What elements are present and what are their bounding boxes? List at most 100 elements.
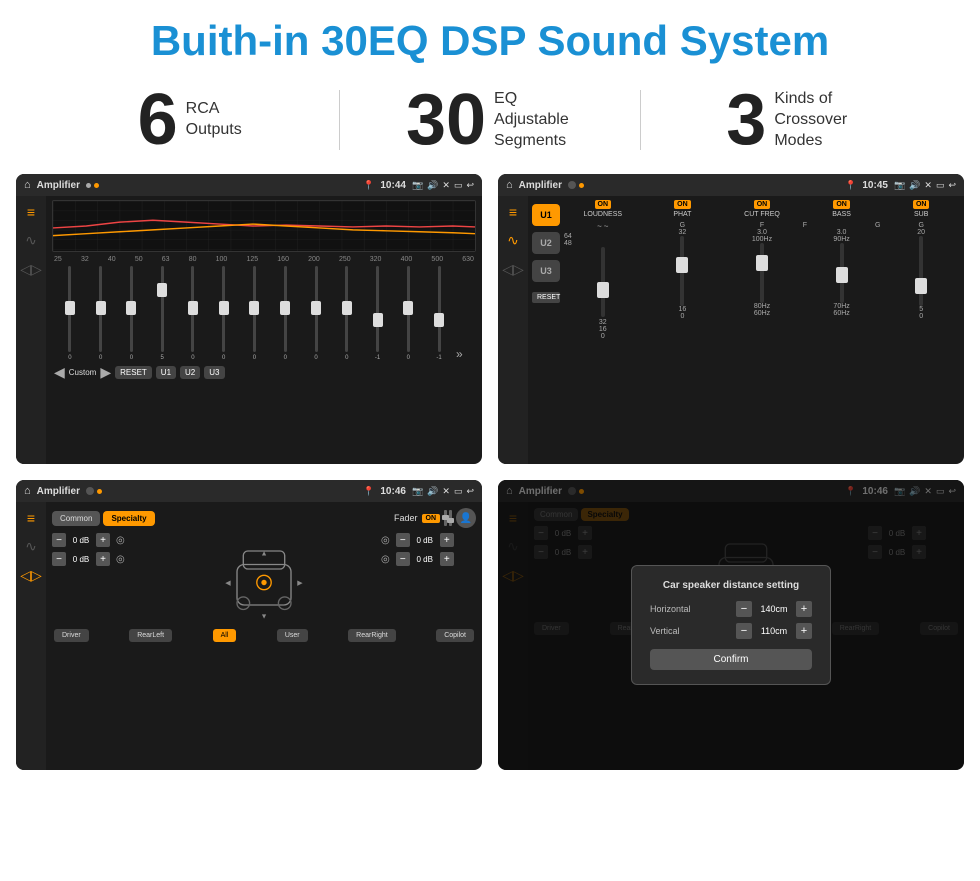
crossover-main: U1 U2 U3 RESET ON LOUDNESS ~~ bbox=[528, 196, 964, 464]
bottom-btn-row: Driver RearLeft All User RearRight Copil… bbox=[52, 629, 476, 642]
dot1 bbox=[86, 183, 91, 188]
slider-9[interactable]: 0 bbox=[302, 266, 330, 361]
eq-layout: ≡ ∿ ◁▷ bbox=[16, 196, 482, 464]
eq-graph bbox=[52, 200, 476, 252]
slider-8[interactable]: 0 bbox=[271, 266, 299, 361]
vol-minus-3[interactable]: − bbox=[396, 533, 410, 547]
slider-6[interactable]: 0 bbox=[210, 266, 238, 361]
slider-7[interactable]: 0 bbox=[241, 266, 269, 361]
eq-sliders: 0 0 0 5 bbox=[52, 266, 476, 361]
on-badge-cutfreq: ON bbox=[754, 200, 771, 209]
dot-orange-3 bbox=[97, 489, 102, 494]
vol-minus-4[interactable]: − bbox=[396, 552, 410, 566]
u3-btn[interactable]: U3 bbox=[532, 260, 560, 282]
horizontal-value: 140cm bbox=[756, 604, 792, 614]
speaker-icon-l1: ◎ bbox=[116, 535, 125, 546]
home-icon-3[interactable]: ⌂ bbox=[24, 485, 31, 497]
cc-sub: ON SUB G 20 5 0 bbox=[882, 200, 960, 460]
speaker-icon[interactable]: ◁▷ bbox=[20, 261, 42, 278]
expand-icon[interactable]: » bbox=[456, 347, 472, 361]
eq-icon-2[interactable]: ≡ bbox=[509, 204, 517, 220]
reset-btn-crossover[interactable]: RESET bbox=[532, 292, 560, 303]
on-badge-bass: ON bbox=[833, 200, 850, 209]
driver-btn[interactable]: Driver bbox=[54, 629, 89, 642]
time-crossover: 10:45 bbox=[862, 180, 888, 191]
tab-specialty[interactable]: Specialty bbox=[103, 511, 154, 526]
home-icon-2[interactable]: ⌂ bbox=[506, 179, 513, 191]
eq-bottom-controls: ◀ Custom ▶ RESET U1 U2 U3 bbox=[52, 361, 476, 381]
all-btn[interactable]: All bbox=[213, 629, 237, 642]
slider-3[interactable]: 0 bbox=[118, 266, 146, 361]
slider-12[interactable]: 0 bbox=[394, 266, 422, 361]
u1-button[interactable]: U1 bbox=[156, 366, 176, 379]
rearleft-btn[interactable]: RearLeft bbox=[129, 629, 172, 642]
confirm-button[interactable]: Confirm bbox=[650, 649, 812, 670]
vol-plus-4[interactable]: + bbox=[440, 552, 454, 566]
topbar-title-crossover: Amplifier bbox=[519, 180, 562, 191]
topbar-icons-2: 📷 🔊 ✕ ▭ ↩ bbox=[894, 180, 956, 191]
vol-minus-1[interactable]: − bbox=[52, 533, 66, 547]
eq-icon-3[interactable]: ≡ bbox=[27, 510, 35, 526]
vertical-plus-btn[interactable]: + bbox=[796, 623, 812, 639]
time-eq: 10:44 bbox=[380, 180, 406, 191]
vertical-controls: − 110cm + bbox=[736, 623, 812, 639]
horizontal-minus-btn[interactable]: − bbox=[736, 601, 752, 617]
u2-button[interactable]: U2 bbox=[180, 366, 200, 379]
vol-plus-1[interactable]: + bbox=[96, 533, 110, 547]
horizontal-plus-btn[interactable]: + bbox=[796, 601, 812, 617]
tab-common[interactable]: Common bbox=[52, 511, 100, 526]
slider-2[interactable]: 0 bbox=[87, 266, 115, 361]
vol-plus-2[interactable]: + bbox=[96, 552, 110, 566]
vol-row-4: ◎ − 0 dB + bbox=[381, 552, 476, 566]
slider-13[interactable]: -1 bbox=[425, 266, 453, 361]
vertical-minus-btn[interactable]: − bbox=[736, 623, 752, 639]
screen-crossover: ⌂ Amplifier 📍 10:45 📷 🔊 ✕ ▭ ↩ ≡ ∿ ◁▷ bbox=[498, 174, 964, 464]
camera-icon-3: 📷 bbox=[412, 486, 423, 497]
u2-btn[interactable]: U2 bbox=[532, 232, 560, 254]
profile-icon[interactable]: 👤 bbox=[456, 508, 476, 528]
wave-icon-3[interactable]: ∿ bbox=[25, 538, 37, 555]
wave-icon[interactable]: ∿ bbox=[25, 232, 37, 249]
window-icon: ▭ bbox=[454, 180, 463, 191]
speaker-icon-2[interactable]: ◁▷ bbox=[502, 261, 524, 278]
u1-btn[interactable]: U1 bbox=[532, 204, 560, 226]
stat-text-eq: EQ AdjustableSegments bbox=[494, 89, 574, 151]
speaker-icon-3[interactable]: ◁▷ bbox=[20, 567, 42, 584]
slider-11[interactable]: -1 bbox=[364, 266, 392, 361]
slider-10[interactable]: 0 bbox=[333, 266, 361, 361]
wave-icon-2[interactable]: ∿ bbox=[507, 232, 519, 249]
topbar-eq: ⌂ Amplifier 📍 10:44 📷 🔊 ✕ ▭ ↩ bbox=[16, 174, 482, 196]
fader-header: Common Specialty Fader ON bbox=[52, 508, 476, 528]
next-icon[interactable]: ▶ bbox=[100, 364, 111, 381]
crossover-layout: ≡ ∿ ◁▷ U1 U2 U3 RESET ON L bbox=[498, 196, 964, 464]
prev-icon[interactable]: ◀ bbox=[54, 364, 65, 381]
copilot-btn[interactable]: Copilot bbox=[436, 629, 474, 642]
eq-icon[interactable]: ≡ bbox=[27, 204, 35, 220]
screen-dialog: ⌂ Amplifier 📍 10:46 📷 🔊 ✕ ▭ ↩ ≡ ∿ ◁▷ bbox=[498, 480, 964, 770]
back-icon-2: ↩ bbox=[948, 180, 956, 191]
fader-left-vols: − 0 dB + ◎ − 0 dB + ◎ bbox=[52, 533, 147, 623]
vol-plus-3[interactable]: + bbox=[440, 533, 454, 547]
vol-row-3: ◎ − 0 dB + bbox=[381, 533, 476, 547]
fader-sliders-mini bbox=[444, 510, 452, 526]
vol-minus-2[interactable]: − bbox=[52, 552, 66, 566]
stat-text-rca: RCAOutputs bbox=[186, 99, 242, 141]
horizontal-label: Horizontal bbox=[650, 604, 691, 614]
u3-button[interactable]: U3 bbox=[204, 366, 224, 379]
slider-5[interactable]: 0 bbox=[179, 266, 207, 361]
speaker-icon-l2: ◎ bbox=[116, 554, 125, 565]
left-sidebar-fader: ≡ ∿ ◁▷ bbox=[16, 502, 46, 770]
cutfreq-label: CUT FREQ bbox=[744, 211, 780, 218]
fader-content: Common Specialty Fader ON bbox=[46, 502, 482, 770]
camera-icon-2: 📷 bbox=[894, 180, 905, 191]
rearright-btn[interactable]: RearRight bbox=[348, 629, 396, 642]
dialog-overlay: Car speaker distance setting Horizontal … bbox=[498, 480, 964, 770]
slider-1[interactable]: 0 bbox=[56, 266, 84, 361]
user-btn[interactable]: User bbox=[277, 629, 308, 642]
topbar-crossover: ⌂ Amplifier 📍 10:45 📷 🔊 ✕ ▭ ↩ bbox=[498, 174, 964, 196]
reset-button[interactable]: RESET bbox=[115, 366, 152, 379]
back-icon-3: ↩ bbox=[466, 486, 474, 497]
square-dot bbox=[568, 181, 576, 189]
slider-4[interactable]: 5 bbox=[148, 266, 176, 361]
home-icon[interactable]: ⌂ bbox=[24, 179, 31, 191]
